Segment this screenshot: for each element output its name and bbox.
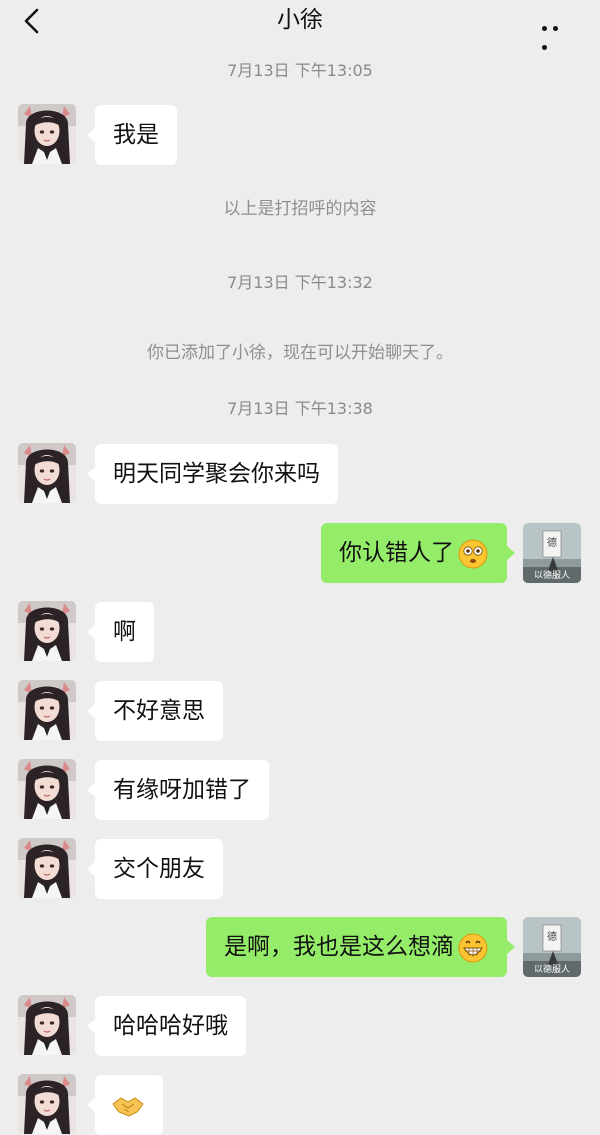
self-avatar[interactable]: 德 以德服人 — [523, 917, 581, 977]
handshake-emoji — [112, 1097, 144, 1117]
contact-avatar[interactable] — [18, 104, 76, 164]
contact-avatar[interactable] — [18, 759, 76, 819]
self-avatar-caption: 以德服人 — [533, 571, 570, 581]
timestamp: 7月13日 下午13:32 — [227, 273, 373, 292]
message-text: 是啊，我也是这么想滴 — [224, 934, 454, 960]
message-bubble-sent[interactable]: 是啊，我也是这么想滴 — [206, 917, 515, 977]
contact-avatar[interactable] — [18, 838, 76, 898]
message-bubble-received[interactable]: 不好意思 — [87, 681, 223, 741]
chat-title: 小徐 — [277, 7, 323, 33]
message-bubble-received[interactable]: 啊 — [87, 602, 154, 662]
contact-avatar[interactable] — [18, 1074, 76, 1134]
message-bubble-received[interactable]: 明天同学聚会你来吗 — [87, 444, 338, 504]
grinning-face-emoji — [458, 933, 488, 962]
contact-avatar[interactable] — [18, 443, 76, 503]
self-avatar-glyph: 德 — [547, 932, 557, 943]
contact-avatar[interactable] — [18, 995, 76, 1055]
message-bubble-sent[interactable]: 你认错人了 — [321, 523, 515, 583]
timestamp: 7月13日 下午13:38 — [227, 399, 373, 418]
message-bubble-received[interactable]: 有缘呀加错了 — [87, 760, 269, 820]
chat-header: 小徐 — [0, 0, 600, 50]
contact-avatar[interactable] — [18, 601, 76, 661]
self-avatar-caption: 以德服人 — [533, 965, 570, 975]
flushed-face-emoji — [458, 539, 488, 568]
self-avatar[interactable]: 德 以德服人 — [523, 523, 581, 583]
friend-added-notice: 你已添加了小徐，现在可以开始聊天了。 — [147, 343, 453, 363]
message-bubble-received[interactable]: 交个朋友 — [87, 839, 223, 899]
greeting-notice: 以上是打招呼的内容 — [223, 199, 377, 219]
message-bubble-received[interactable]: 哈哈哈好哦 — [87, 996, 246, 1056]
message-bubble-received[interactable]: 我是 — [87, 105, 177, 165]
contact-avatar[interactable] — [18, 680, 76, 740]
more-dots-icon[interactable] — [542, 16, 574, 50]
timestamp: 7月13日 下午13:05 — [227, 61, 373, 80]
message-text: 你认错人了 — [339, 540, 454, 566]
self-avatar-glyph: 德 — [547, 538, 557, 549]
message-bubble-received[interactable] — [87, 1075, 163, 1135]
